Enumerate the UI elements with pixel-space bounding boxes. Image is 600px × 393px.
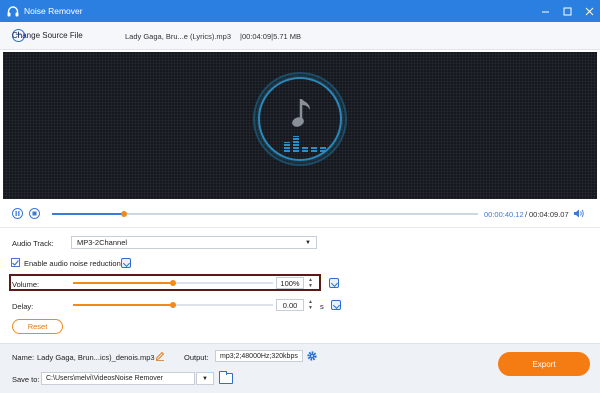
gear-icon[interactable]	[306, 350, 318, 362]
save-to-label: Save to:	[12, 375, 40, 384]
equalizer-icon	[284, 136, 326, 152]
total-time: 00:04:09.07	[529, 210, 569, 219]
volume-slider[interactable]	[73, 280, 273, 286]
volume-label: Volume:	[12, 280, 40, 289]
delay-slider-fill	[73, 304, 173, 306]
file-bar: + Change Source File Lady Gaga, Bru...e …	[0, 22, 600, 50]
reset-button[interactable]: Reset	[12, 319, 63, 334]
apply-to-all-icon[interactable]	[121, 258, 131, 268]
window-title: Noise Remover	[24, 6, 83, 16]
output-format-field[interactable]: mp3;2;48000Hz;320kbps	[215, 350, 303, 362]
change-source-file-button[interactable]: + Change Source File	[12, 29, 83, 42]
save-path-field[interactable]: C:\Users\melvi\VideosNoise Remover	[41, 372, 195, 385]
audio-track-label: Audio Track:	[12, 239, 54, 248]
output-bar: Name: Lady Gaga, Brun...ics)_denois.mp3 …	[0, 343, 600, 393]
output-file-name: Lady Gaga, Brun...ics)_denois.mp3	[37, 353, 155, 362]
save-path-dropdown-button[interactable]: ▼	[196, 372, 214, 385]
volume-stepper[interactable]: ▲ ▼	[306, 277, 315, 289]
delay-slider-handle[interactable]	[170, 302, 176, 308]
volume-apply-all-icon[interactable]	[329, 278, 339, 288]
volume-slider-fill	[73, 282, 173, 284]
name-label: Name:	[12, 353, 35, 362]
noise-reduction-label: Enable audio noise reduction	[24, 259, 121, 268]
music-disc-graphic	[253, 72, 347, 166]
save-path-value: C:\Users\melvi\VideosNoise Remover	[46, 375, 163, 382]
chevron-down-icon: ▼	[202, 375, 208, 382]
minimize-button[interactable]	[534, 0, 556, 22]
music-note-icon	[292, 97, 314, 133]
delay-slider[interactable]	[73, 302, 273, 308]
headphones-icon	[6, 4, 20, 18]
stop-button[interactable]	[29, 208, 40, 219]
change-source-label: Change Source File	[12, 31, 83, 40]
chevron-down-icon: ▼	[305, 239, 311, 246]
delay-input[interactable]: 0.00	[276, 299, 304, 311]
delay-label: Delay:	[12, 302, 34, 311]
delay-stepper[interactable]: ▲ ▼	[306, 299, 315, 311]
playback-progress-fill	[52, 213, 124, 215]
volume-input[interactable]: 100%	[276, 277, 304, 289]
volume-slider-handle[interactable]	[170, 280, 176, 286]
delay-unit: s	[320, 302, 324, 311]
close-button[interactable]	[578, 0, 600, 22]
audio-preview	[3, 52, 597, 199]
audio-track-select[interactable]: MP3-2Channel ▼	[71, 236, 317, 249]
edit-pencil-icon[interactable]	[155, 351, 165, 363]
playback-controls: 00:00:40.12 / 00:04:09.07	[0, 200, 600, 228]
audio-track-value: MP3-2Channel	[77, 238, 128, 247]
open-folder-icon[interactable]	[219, 371, 233, 384]
pause-button[interactable]	[12, 208, 23, 219]
source-file-info: |00:04:09|5.71 MB	[240, 32, 302, 41]
playback-progress-handle[interactable]	[121, 211, 127, 217]
noise-reduction-checkbox[interactable]	[11, 258, 20, 267]
title-bar: Noise Remover	[0, 0, 600, 22]
volume-icon[interactable]	[573, 208, 585, 221]
delay-apply-all-icon[interactable]	[331, 300, 341, 310]
audio-settings-panel: Audio Track: MP3-2Channel ▼ Enable audio…	[0, 229, 600, 341]
playback-progress-bar[interactable]	[52, 211, 478, 217]
current-time: 00:00:40.12	[484, 210, 524, 219]
time-separator: /	[525, 210, 528, 219]
output-label: Output:	[184, 353, 209, 362]
source-file-name: Lady Gaga, Bru...e (Lyrics).mp3	[125, 32, 232, 41]
output-format-value: mp3;2;48000Hz;320kbps	[220, 352, 298, 360]
maximize-button[interactable]	[556, 0, 578, 22]
export-button[interactable]: Export	[498, 352, 590, 376]
